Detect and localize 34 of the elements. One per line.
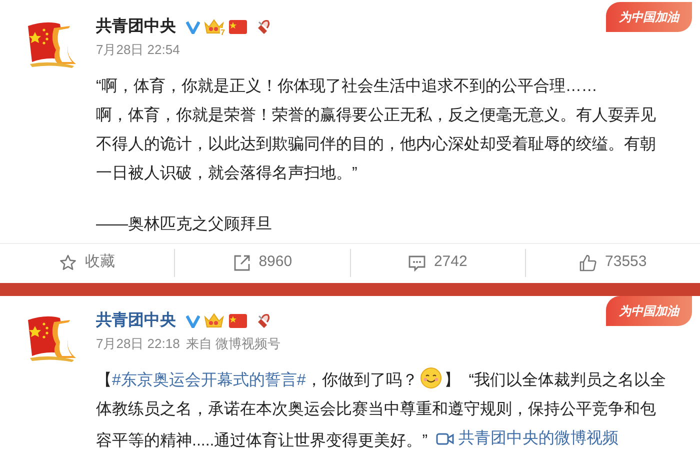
like-button[interactable]: 73553: [579, 251, 647, 274]
share-button[interactable]: 8960: [232, 251, 292, 274]
post-text: 啊，体育，你就是荣誉！荣誉的赢得要公正无私，反之便毫无意义。有人耍弄见不得人的诡计，以此达到欺骗同伴的目的，他内心深处却受着耻辱的绞缢。有朝一日被人识破，就会落得名声扫地。”: [96, 105, 657, 184]
post-text: ——奥林匹克之父顾拜旦: [96, 214, 273, 235]
favorite-button[interactable]: 收藏: [59, 251, 116, 274]
flag-icon: [228, 19, 248, 35]
verified-icon: [186, 314, 200, 328]
hashtag-link[interactable]: #东京奥运会开幕式的誓言#: [112, 372, 306, 389]
author-name[interactable]: 共青团中央: [96, 16, 176, 38]
crown-icon: [204, 312, 224, 328]
author-name[interactable]: 共青团中央: [96, 310, 176, 332]
banner-badge: 为中国加油: [606, 296, 692, 326]
share-icon: [232, 254, 251, 272]
thumbs-up-icon: [579, 254, 598, 272]
post-time: 7月28日 22:54: [96, 41, 180, 59]
verified-icon: [186, 20, 200, 34]
avatar-logo[interactable]: [26, 20, 78, 68]
flag-icon: [228, 313, 248, 329]
crown-level: 7: [220, 28, 226, 37]
torch-icon: [256, 313, 272, 329]
star-icon: [59, 254, 78, 272]
crown-icon: [204, 18, 224, 34]
comment-icon: [408, 254, 426, 272]
avatar-logo[interactable]: [26, 314, 78, 362]
post-source: 来自 微博视频号: [186, 335, 280, 353]
banner-badge: 为中国加油: [606, 2, 692, 32]
post-text: 【#东京奥运会开幕式的誓言#，你做到了吗？ 】 “我们以全体裁判员之名以全体教练员之名，承诺在本次奥运会比赛当中尊重和遵守规则，保持公平竞争和包容平等的精神.....通过体育让世界变得更美好。” 共青团中央的微博视频: [96, 366, 670, 456]
video-icon: [436, 432, 454, 446]
video-link[interactable]: 共青团中央的微博视频: [436, 424, 618, 453]
post-text: “啊，体育，你就是正义！你体现了社会生活中追求不到的公平合理……: [96, 76, 598, 97]
post-time: 7月28日 22:18: [96, 335, 180, 353]
comment-button[interactable]: 2742: [408, 251, 468, 274]
torch-icon: [256, 19, 272, 35]
smile-emoji-icon: [420, 367, 442, 389]
